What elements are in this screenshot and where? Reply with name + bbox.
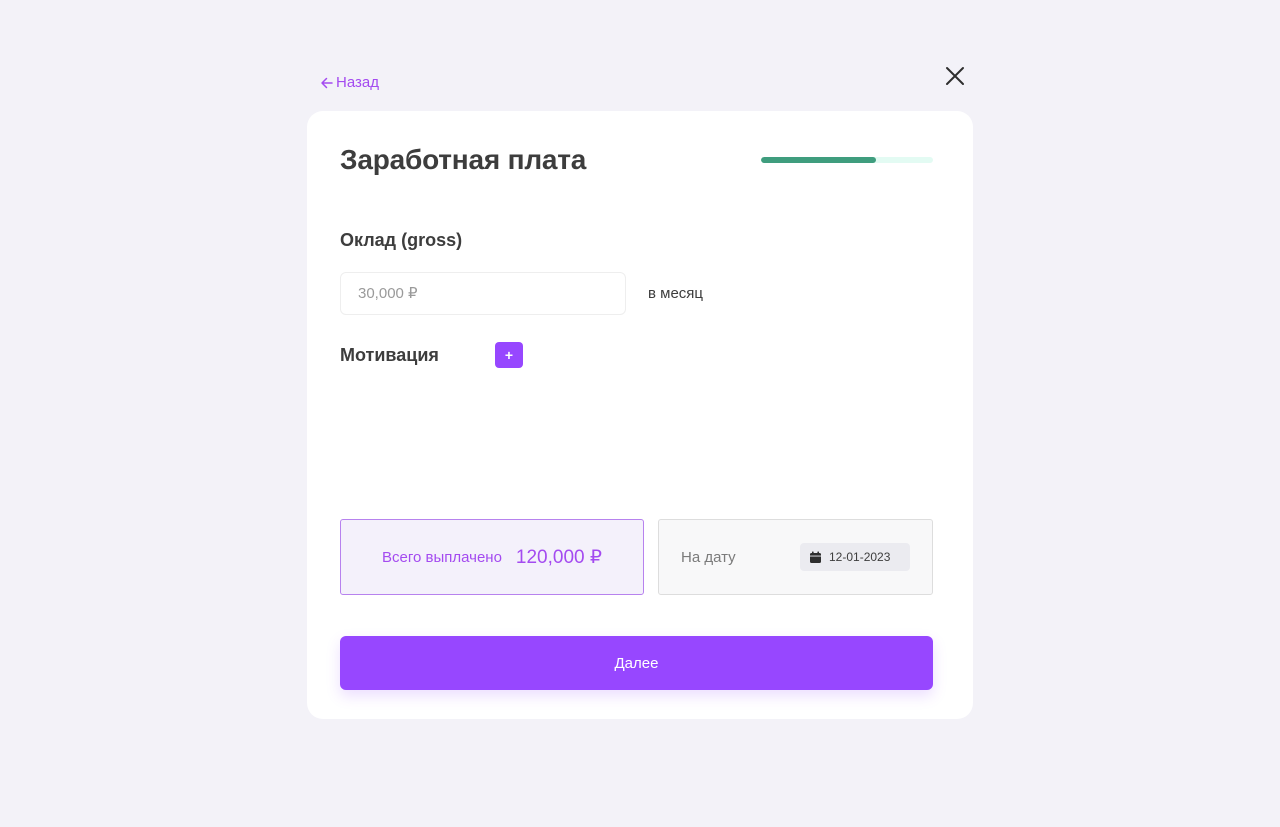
step-progress-fill <box>761 157 877 163</box>
salary-input[interactable] <box>340 272 626 315</box>
motivation-label: Мотивация <box>340 345 439 365</box>
as-of-date-label: На дату <box>681 549 736 566</box>
page-title: Заработная плата <box>340 144 587 175</box>
as-of-date-box: На дату 12-01-2023 <box>658 519 933 595</box>
salary-form-card: Заработная плата Оклад (gross) в месяц М… <box>307 111 973 719</box>
back-label: Назад <box>336 74 379 91</box>
salary-label: Оклад (gross) <box>340 230 463 250</box>
close-icon <box>943 64 967 88</box>
date-value: 12-01-2023 <box>829 550 891 564</box>
total-paid-label: Всего выплачено <box>382 548 502 566</box>
add-motivation-button[interactable]: + <box>495 342 523 368</box>
next-button[interactable]: Далее <box>340 636 933 690</box>
back-link[interactable]: Назад <box>320 74 379 92</box>
total-paid-value: 120,000 ₽ <box>515 546 602 568</box>
calendar-icon <box>809 551 822 564</box>
total-paid-box: Всего выплачено 120,000 ₽ <box>340 519 644 595</box>
step-progress-bar <box>761 157 933 163</box>
salary-period-label: в месяц <box>648 285 704 302</box>
close-button[interactable] <box>943 64 967 88</box>
arrow-left-icon <box>320 76 334 90</box>
date-picker[interactable]: 12-01-2023 <box>800 543 910 571</box>
